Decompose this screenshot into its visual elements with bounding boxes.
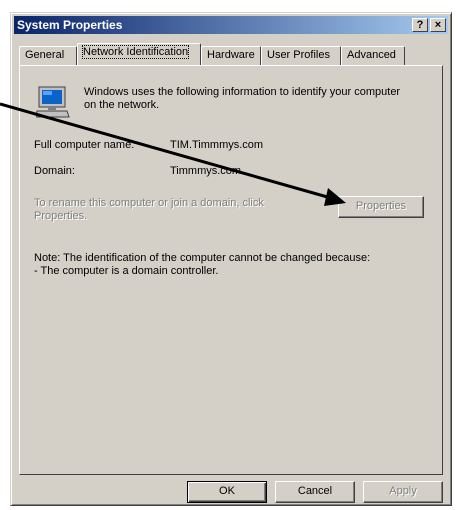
note-text-line2: - The computer is a domain controller. [34,265,219,277]
full-computer-name-label: Full computer name: [34,139,135,151]
title-bar[interactable]: System Properties ? × [14,16,448,34]
tab-hardware-label: Hardware [207,49,255,61]
tab-network-identification[interactable]: Network Identification [77,43,201,65]
tab-advanced[interactable]: Advanced [341,46,405,65]
properties-button[interactable]: Properties [338,196,424,218]
cancel-button[interactable]: Cancel [275,481,355,503]
network-identification-panel: Windows uses the following information t… [19,65,443,475]
ok-button[interactable]: OK [187,481,267,503]
rename-text-line2: Properties. [34,210,88,222]
close-button[interactable]: × [430,18,446,32]
tab-user-profiles-label: User Profiles [267,49,330,61]
help-button[interactable]: ? [412,18,428,32]
full-computer-name-value: TIM.Timmmys.com [170,139,264,151]
domain-label: Domain: [34,165,75,177]
tab-advanced-label: Advanced [347,49,396,61]
tab-user-profiles[interactable]: User Profiles [261,46,341,65]
apply-button[interactable]: Apply [363,481,443,503]
note-text-line1: Note: The identification of the computer… [34,252,371,264]
tab-general[interactable]: General [19,46,77,65]
tab-hardware[interactable]: Hardware [201,46,261,65]
window-title: System Properties [17,18,123,32]
tab-network-identification-label: Network Identification [81,45,190,59]
rename-text-line1: To rename this computer or join a domain… [34,197,264,209]
tab-general-label: General [25,49,65,61]
computer-icon [36,86,70,118]
intro-text-line2: on the network. [84,99,160,111]
intro-text-line1: Windows uses the following information t… [84,86,401,98]
system-properties-window: System Properties ? × General Network Id… [10,12,452,506]
domain-value: Timmmys.com [170,165,242,177]
